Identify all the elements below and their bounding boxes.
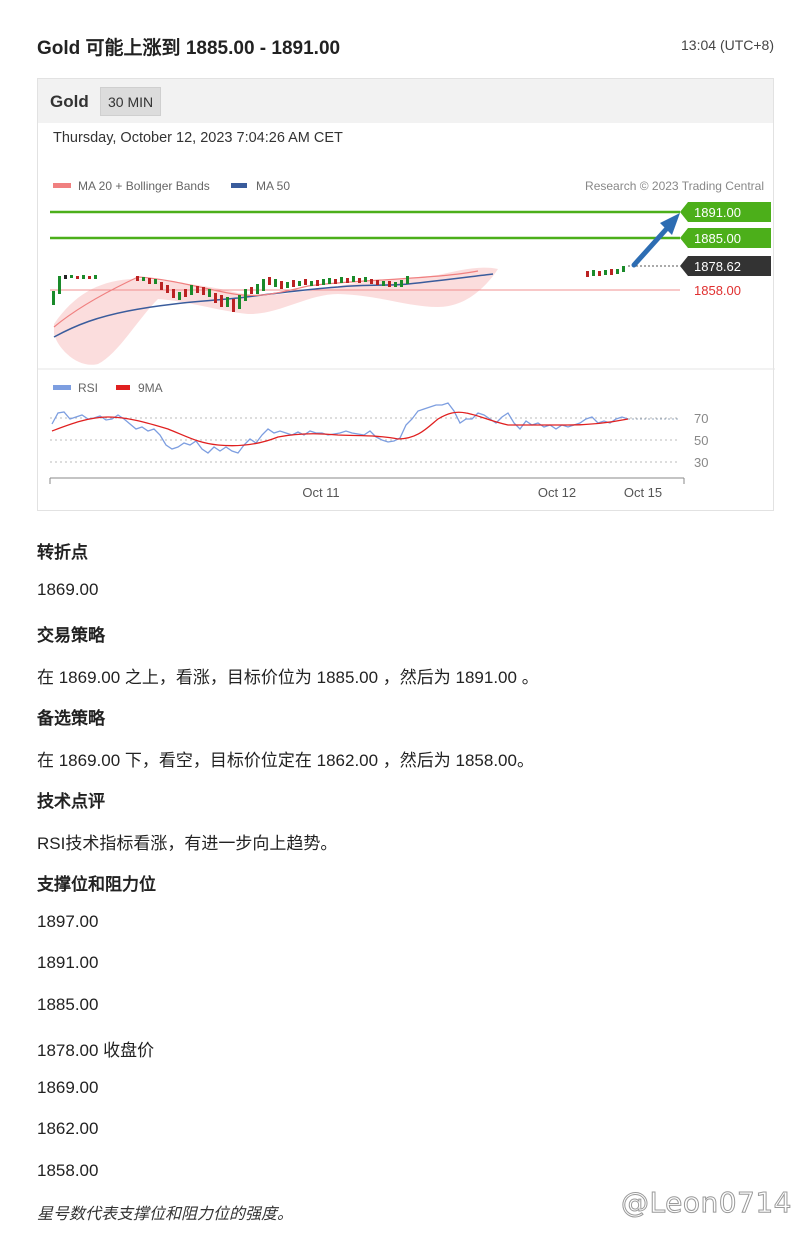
chart-datetime: Thursday, October 12, 2023 7:04:26 AM CE… bbox=[53, 130, 343, 146]
page-title: Gold 可能上涨到 1885.00 - 1891.00 bbox=[37, 38, 341, 59]
legend-swatch-9ma bbox=[116, 385, 130, 390]
timeframe-badge[interactable]: 30 MIN bbox=[100, 87, 162, 116]
section-title-comment: 技术点评 bbox=[37, 792, 105, 811]
chart-credit: Research © 2023 Trading Central bbox=[585, 179, 764, 193]
rsi-line bbox=[51, 402, 629, 454]
watermark: @Leon0714 bbox=[621, 1186, 792, 1220]
section-title-pivot: 转折点 bbox=[37, 543, 88, 562]
legend-label-9ma: 9MA bbox=[138, 381, 163, 395]
level-item: 1869.00 bbox=[37, 1078, 99, 1097]
price-label-1858-text: 1858.00 bbox=[694, 283, 741, 298]
legend-swatch-ma50 bbox=[231, 183, 247, 188]
section-text-strategy: 在 1869.00 之上，看涨，目标价位为 1885.00 ，然后为 1891.… bbox=[37, 668, 539, 687]
footnote: 星号数代表支撑位和阻力位的强度。 bbox=[37, 1206, 294, 1223]
x-label-oct15: Oct 15 bbox=[624, 485, 662, 500]
chart-symbol: Gold bbox=[50, 92, 89, 111]
section-title-levels: 支撑位和阻力位 bbox=[37, 875, 156, 894]
rsi-level-50: 50 bbox=[694, 433, 708, 448]
forecast-arrow bbox=[631, 222, 673, 268]
rsi-level-70: 70 bbox=[694, 411, 708, 426]
section-text-alternative: 在 1869.00 下，看空，目标价位定在 1862.00 ，然后为 1858.… bbox=[37, 751, 534, 770]
section-title-strategy: 交易策略 bbox=[37, 626, 105, 645]
chart-toolbar: Gold 30 MIN bbox=[38, 79, 773, 123]
level-item: 1878.00 收盘价 bbox=[37, 1041, 155, 1060]
section-text-comment: RSI技术指标看涨，有进一步向上趋势。 bbox=[37, 834, 338, 853]
legend-swatch-ma20 bbox=[53, 183, 71, 188]
price-label-1885-text: 1885.00 bbox=[694, 231, 741, 246]
price-label-1891-text: 1891.00 bbox=[694, 205, 741, 220]
legend-label-ma20: MA 20 + Bollinger Bands bbox=[78, 179, 210, 193]
x-label-oct11: Oct 11 bbox=[302, 485, 339, 500]
price-chart-card: MA 20 + Bollinger Bands MA 50 Research ©… bbox=[37, 78, 775, 511]
level-item: 1858.00 bbox=[37, 1161, 99, 1180]
level-item: 1862.00 bbox=[37, 1119, 99, 1138]
section-text-pivot: 1869.00 bbox=[37, 580, 99, 599]
x-label-oct12: Oct 12 bbox=[538, 485, 576, 500]
timestamp: 13:04 (UTC+8) bbox=[681, 37, 774, 53]
legend-swatch-rsi bbox=[53, 385, 71, 390]
rsi-level-30: 30 bbox=[694, 455, 708, 470]
level-item: 1885.00 bbox=[37, 995, 99, 1014]
rsi-9ma-line bbox=[51, 411, 629, 447]
legend-label-rsi: RSI bbox=[78, 381, 98, 395]
price-label-current-text: 1878.62 bbox=[694, 259, 741, 274]
level-item: 1897.00 bbox=[37, 912, 99, 931]
article-header: Gold 可能上涨到 1885.00 - 1891.00 13:04 (UTC+… bbox=[37, 33, 774, 61]
level-item: 1891.00 bbox=[37, 953, 99, 972]
section-title-alternative: 备选策略 bbox=[37, 709, 105, 728]
legend-label-ma50: MA 50 bbox=[256, 179, 290, 193]
